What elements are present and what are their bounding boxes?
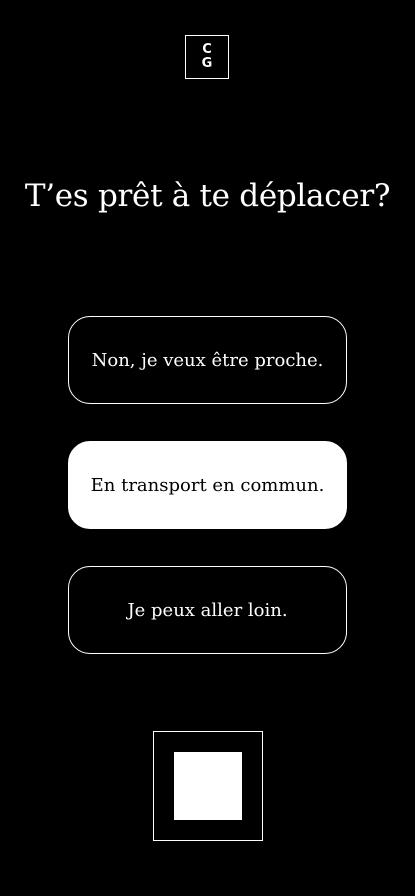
option-label: En transport en commun. [90, 474, 325, 496]
logo-letter-c: C [202, 42, 212, 57]
logo-letter-g: G [201, 56, 213, 71]
square-icon [174, 752, 242, 820]
submit-button[interactable] [153, 731, 263, 841]
option-button-far[interactable]: Je peux aller loin. [68, 566, 347, 654]
question-title: T’es prêt à te déplacer? [24, 178, 391, 214]
logo: C G [185, 35, 229, 79]
option-label: Non, je veux être proche. [91, 349, 324, 371]
option-button-close[interactable]: Non, je veux être proche. [68, 316, 347, 404]
option-label: Je peux aller loin. [127, 599, 288, 621]
option-button-public-transport[interactable]: En transport en commun. [68, 441, 347, 529]
